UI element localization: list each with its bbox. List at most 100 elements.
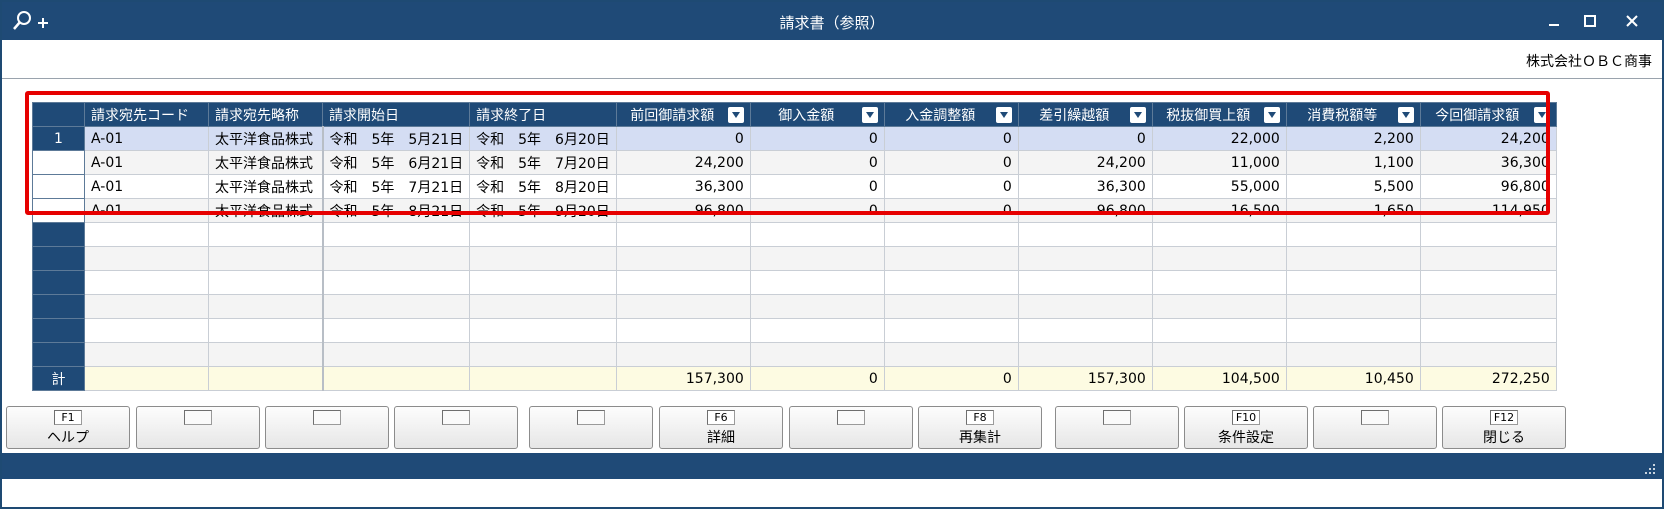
cell-name[interactable]: 太平洋食品株式 <box>208 126 324 151</box>
empty-cell[interactable] <box>208 294 324 319</box>
table-row[interactable]: 1 A-01 太平洋食品株式 令和 5年 5月21日 令和 5年 6月20日 0 0 0 0 22… <box>32 126 1557 151</box>
empty-row[interactable] <box>32 270 1557 295</box>
cell-sales[interactable]: 16,500 <box>1151 198 1287 223</box>
cell-code[interactable]: A-01 <box>84 174 209 199</box>
cell-tax[interactable]: 5,500 <box>1285 174 1421 199</box>
column-header[interactable]: 入金調整額 <box>883 102 1019 127</box>
empty-cell[interactable] <box>1419 342 1557 367</box>
row-number[interactable]: 3 <box>32 174 85 199</box>
empty-cell[interactable] <box>1419 270 1557 295</box>
empty-row[interactable] <box>32 294 1557 319</box>
row-number[interactable] <box>32 270 85 295</box>
empty-cell[interactable] <box>1017 342 1153 367</box>
dropdown-icon[interactable] <box>1263 106 1280 123</box>
cell-name[interactable]: 太平洋食品株式 <box>208 174 324 199</box>
empty-cell[interactable] <box>208 270 324 295</box>
empty-cell[interactable] <box>1151 318 1287 343</box>
empty-cell[interactable] <box>1151 222 1287 247</box>
empty-cell[interactable] <box>883 246 1019 271</box>
cell-start[interactable]: 令和 5年 8月21日 <box>321 198 471 223</box>
function-key-empty[interactable] <box>789 406 913 449</box>
empty-cell[interactable] <box>208 318 324 343</box>
function-key-empty[interactable] <box>265 406 389 449</box>
empty-cell[interactable] <box>469 318 617 343</box>
empty-cell[interactable] <box>1419 222 1557 247</box>
cell-start[interactable]: 令和 5年 5月21日 <box>321 126 471 151</box>
empty-cell[interactable] <box>615 318 751 343</box>
empty-cell[interactable] <box>1285 294 1421 319</box>
empty-cell[interactable] <box>84 246 209 271</box>
empty-cell[interactable] <box>883 270 1019 295</box>
empty-cell[interactable] <box>749 270 885 295</box>
empty-cell[interactable] <box>1419 246 1557 271</box>
empty-cell[interactable] <box>749 294 885 319</box>
empty-cell[interactable] <box>208 342 324 367</box>
column-header[interactable]: 請求宛先略称 <box>208 102 323 127</box>
column-header[interactable]: 請求宛先コード <box>84 102 209 127</box>
function-key-empty[interactable] <box>394 406 518 449</box>
cell-paid[interactable]: 0 <box>749 174 885 199</box>
row-number[interactable] <box>32 246 85 271</box>
empty-cell[interactable] <box>321 222 471 247</box>
empty-cell[interactable] <box>1017 294 1153 319</box>
empty-cell[interactable] <box>1151 270 1287 295</box>
empty-cell[interactable] <box>1017 270 1153 295</box>
cell-start[interactable]: 令和 5年 6月21日 <box>321 150 471 175</box>
cell-end[interactable]: 令和 5年 6月20日 <box>469 126 617 151</box>
empty-cell[interactable] <box>208 222 324 247</box>
dropdown-icon[interactable] <box>1129 106 1146 123</box>
empty-cell[interactable] <box>883 222 1019 247</box>
cell-adj[interactable]: 0 <box>883 198 1019 223</box>
empty-cell[interactable] <box>208 246 324 271</box>
function-key-f10[interactable]: F10 条件設定 <box>1184 406 1308 449</box>
row-number[interactable]: 4 <box>32 198 85 223</box>
cell-code[interactable]: A-01 <box>84 126 209 151</box>
cell-prev[interactable]: 0 <box>615 126 751 151</box>
empty-cell[interactable] <box>321 294 471 319</box>
cell-adj[interactable]: 0 <box>883 150 1019 175</box>
row-number[interactable] <box>32 318 85 343</box>
cell-sales[interactable]: 22,000 <box>1151 126 1287 151</box>
resize-grip-icon[interactable] <box>1644 463 1656 475</box>
cell-end[interactable]: 令和 5年 7月20日 <box>469 150 617 175</box>
dropdown-icon[interactable] <box>1397 106 1414 123</box>
cell-total[interactable]: 114,950 <box>1419 198 1557 223</box>
empty-cell[interactable] <box>615 222 751 247</box>
column-header[interactable]: 請求開始日 <box>321 102 471 127</box>
cell-prev[interactable]: 36,300 <box>615 174 751 199</box>
row-number[interactable]: 1 <box>32 126 85 151</box>
dropdown-icon[interactable] <box>861 106 878 123</box>
cell-paid[interactable]: 0 <box>749 126 885 151</box>
empty-cell[interactable] <box>615 270 751 295</box>
cell-end[interactable]: 令和 5年 9月20日 <box>469 198 617 223</box>
empty-cell[interactable] <box>84 222 209 247</box>
cell-tax[interactable]: 2,200 <box>1285 126 1421 151</box>
function-key-empty[interactable] <box>136 406 260 449</box>
empty-row[interactable] <box>32 318 1557 343</box>
cell-start[interactable]: 令和 5年 7月21日 <box>321 174 471 199</box>
cell-prev[interactable]: 96,800 <box>615 198 751 223</box>
empty-cell[interactable] <box>84 294 209 319</box>
column-header[interactable]: 前回御請求額 <box>615 102 751 127</box>
empty-cell[interactable] <box>1285 222 1421 247</box>
cell-paid[interactable]: 0 <box>749 150 885 175</box>
cell-tax[interactable]: 1,100 <box>1285 150 1421 175</box>
empty-cell[interactable] <box>469 270 617 295</box>
function-key-f12[interactable]: F12 閉じる <box>1442 406 1566 449</box>
column-header[interactable]: 御入金額 <box>749 102 885 127</box>
cell-end[interactable]: 令和 5年 8月20日 <box>469 174 617 199</box>
empty-cell[interactable] <box>469 294 617 319</box>
empty-cell[interactable] <box>1285 318 1421 343</box>
empty-cell[interactable] <box>1017 318 1153 343</box>
empty-cell[interactable] <box>1151 294 1287 319</box>
empty-cell[interactable] <box>1151 342 1287 367</box>
cell-name[interactable]: 太平洋食品株式 <box>208 198 324 223</box>
empty-cell[interactable] <box>1017 246 1153 271</box>
column-header[interactable]: 今回御請求額 <box>1419 102 1557 127</box>
close-icon[interactable] <box>1618 8 1646 34</box>
row-number[interactable] <box>32 222 85 247</box>
maximize-icon[interactable] <box>1576 8 1604 34</box>
empty-cell[interactable] <box>469 222 617 247</box>
dropdown-icon[interactable] <box>1533 106 1550 123</box>
cell-carry[interactable]: 24,200 <box>1017 150 1153 175</box>
